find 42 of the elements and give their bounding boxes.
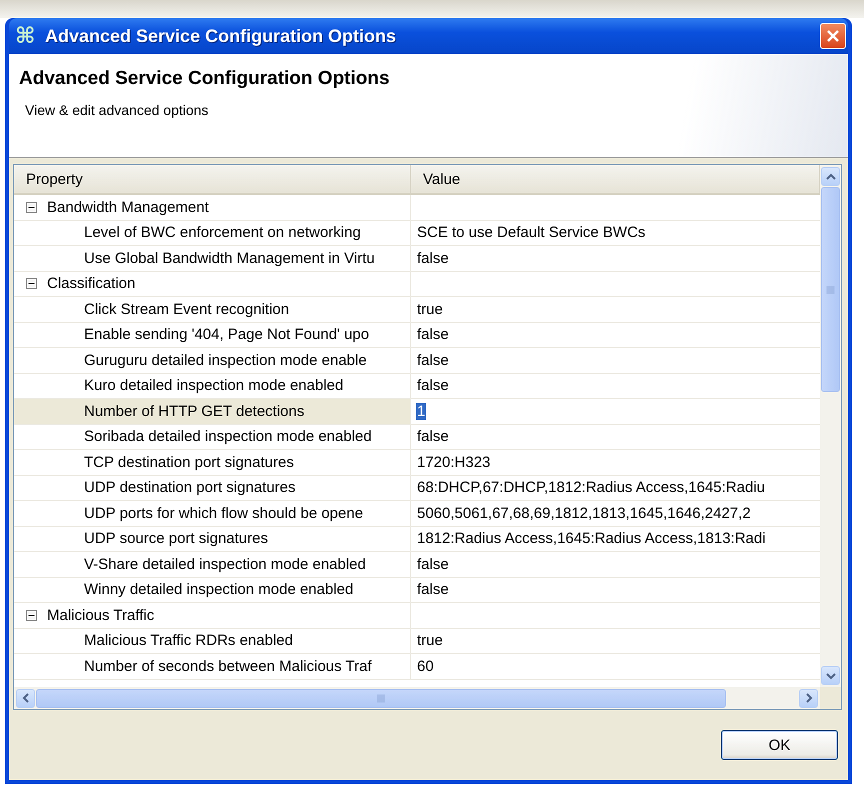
value-text: false [416, 581, 450, 598]
value-text: 1720:H323 [416, 454, 492, 471]
value-text: true [416, 632, 444, 650]
value-text: false [416, 428, 450, 446]
close-icon [826, 29, 840, 43]
value-text: 1 [416, 402, 426, 420]
value-text: false [416, 377, 450, 394]
app-icon: ⌘ [15, 25, 37, 47]
value-text: 1812:Radius Access,1645:Radius Access,1813:Radi [416, 530, 767, 548]
group-label: Bandwidth Management [47, 198, 209, 216]
scroll-thumb[interactable] [36, 688, 726, 708]
vertical-scrollbar[interactable] [820, 165, 841, 687]
property-cell[interactable]: Number of HTTP GET detections [14, 399, 411, 424]
collapse-icon[interactable] [26, 610, 37, 621]
group-label: Malicious Traffic [47, 606, 154, 624]
value-text: 5060,5061,67,68,69,1812,1813,1645,1646,2427,2 [416, 504, 752, 522]
scroll-right-button[interactable] [799, 688, 818, 708]
value-text: 60 [416, 658, 435, 675]
page-subtitle: View & edit advanced options [24, 102, 210, 118]
value-text: false [416, 250, 450, 267]
grip-icon [377, 694, 385, 702]
scroll-thumb[interactable] [821, 187, 840, 392]
ok-button[interactable]: OK [721, 730, 838, 760]
scroll-left-button[interactable] [16, 688, 35, 708]
grip-icon [826, 286, 835, 294]
horizontal-scrollbar[interactable] [14, 687, 820, 709]
collapse-icon[interactable] [26, 278, 37, 290]
window-title: Advanced Service Configuration Options [45, 26, 398, 46]
page-heading: Advanced Service Configuration Options [19, 68, 391, 90]
scroll-down-button[interactable] [821, 666, 840, 685]
value-text: false [416, 556, 450, 573]
column-header[interactable]: Property [14, 165, 411, 193]
value-text: SCE to use Default Service BWCs [416, 224, 646, 242]
scrollbar-corner [820, 687, 841, 709]
value-text: false [416, 352, 450, 369]
value-text: 68:DHCP,67:DHCP,1812:Radius Access,1645:Radiu [416, 479, 766, 496]
scroll-up-button[interactable] [821, 167, 840, 186]
collapse-icon[interactable] [26, 202, 37, 213]
value-text: false [416, 326, 450, 344]
value-text: true [416, 300, 444, 318]
close-button[interactable] [820, 23, 846, 49]
group-label: Classification [47, 275, 136, 292]
